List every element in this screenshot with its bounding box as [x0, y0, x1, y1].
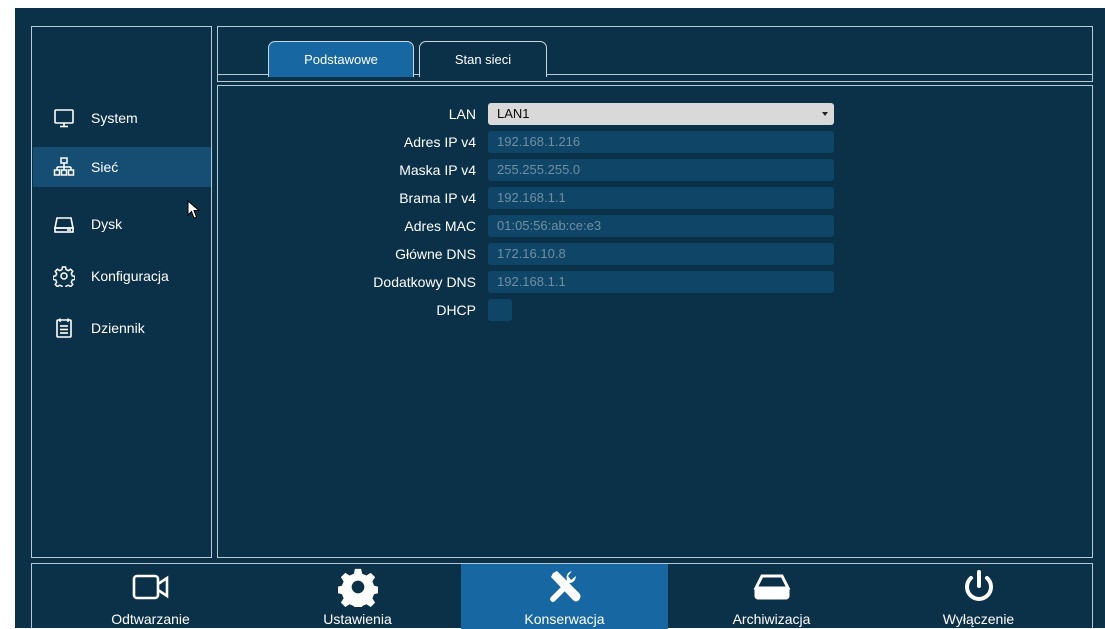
power-icon: [949, 567, 1009, 607]
bottom-item-archiwizacja[interactable]: Archiwizacja: [668, 564, 875, 629]
lan-select[interactable]: LAN1: [488, 103, 834, 125]
dns1-label: Główne DNS: [395, 246, 476, 262]
tab-stan-sieci[interactable]: Stan sieci: [419, 41, 547, 77]
sidebar-item-label: System: [91, 110, 138, 126]
sidebar-item-label: Dziennik: [91, 320, 145, 336]
dns2-field[interactable]: 192.168.1.1: [488, 271, 834, 293]
sidebar-item-label: Dysk: [91, 216, 123, 232]
archive-tray-icon: [742, 567, 802, 607]
chevron-down-icon: [822, 112, 828, 116]
bottom-item-label: Archiwizacja: [732, 611, 811, 627]
sidebar-item-dziennik[interactable]: Dziennik: [33, 308, 211, 348]
dns2-label: Dodatkowy DNS: [373, 274, 476, 290]
form-row-lan: LAN LAN1: [218, 103, 1094, 125]
bottom-item-konserwacja[interactable]: Konserwacja: [461, 564, 668, 629]
sidebar: System Sieć Dysk Konfiguracja Dziennik: [31, 26, 212, 558]
network-icon: [53, 156, 75, 178]
form-row-gateway: Brama IP v4 192.168.1.1: [218, 187, 1094, 209]
bottom-item-odtwarzanie[interactable]: Odtwarzanie: [47, 564, 254, 629]
monitor-icon: [53, 107, 75, 129]
mask-label: Maska IP v4: [399, 162, 476, 178]
form-row-ipv4: Adres IP v4 192.168.1.216: [218, 131, 1094, 153]
sidebar-item-dysk[interactable]: Dysk: [33, 204, 211, 244]
bottom-item-label: Odtwarzanie: [111, 611, 190, 627]
dns1-field[interactable]: 172.16.10.8: [488, 243, 834, 265]
form-row-dhcp: DHCP: [218, 299, 1094, 321]
sidebar-item-label: Konfiguracja: [91, 268, 169, 284]
tab-label: Stan sieci: [454, 52, 512, 67]
disk-icon: [53, 213, 75, 235]
form-row-mask: Maska IP v4 255.255.255.0: [218, 159, 1094, 181]
tools-icon: [535, 567, 595, 607]
ipv4-field[interactable]: 192.168.1.216: [488, 131, 834, 153]
gear-icon: [53, 265, 75, 287]
gateway-label: Brama IP v4: [399, 190, 476, 206]
sidebar-item-label: Sieć: [91, 159, 119, 175]
form-row-dns1: Główne DNS 172.16.10.8: [218, 243, 1094, 265]
sidebar-item-system[interactable]: System: [33, 98, 211, 138]
dhcp-checkbox[interactable]: [488, 299, 512, 321]
video-camera-icon: [121, 567, 181, 607]
bottom-item-label: Konserwacja: [524, 611, 605, 627]
log-icon: [53, 317, 75, 339]
network-settings-panel: LAN LAN1 Adres IP v4 192.168.1.216 Maska…: [217, 85, 1093, 558]
bottom-item-wylaczenie[interactable]: Wyłączenie: [875, 564, 1082, 629]
bottom-menu: Odtwarzanie Ustawienia Konserwacja Archi…: [31, 563, 1093, 629]
lan-label: LAN: [448, 106, 476, 122]
bottom-item-label: Wyłączenie: [942, 611, 1015, 627]
tab-podstawowe[interactable]: Podstawowe: [268, 41, 414, 77]
tab-label: Podstawowe: [304, 52, 378, 67]
form-row-dns2: Dodatkowy DNS 192.168.1.1: [218, 271, 1094, 293]
tab-bar: Podstawowe Stan sieci: [217, 26, 1093, 82]
gear-icon: [328, 567, 388, 607]
mask-field[interactable]: 255.255.255.0: [488, 159, 834, 181]
gateway-field[interactable]: 192.168.1.1: [488, 187, 834, 209]
sidebar-item-siec[interactable]: Sieć: [33, 147, 211, 187]
mac-label: Adres MAC: [404, 218, 476, 234]
lan-select-value: LAN1: [497, 106, 530, 121]
mac-field[interactable]: 01:05:56:ab:ce:e3: [488, 215, 834, 237]
dhcp-label: DHCP: [436, 302, 476, 318]
form-row-mac: Adres MAC 01:05:56:ab:ce:e3: [218, 215, 1094, 237]
bottom-item-label: Ustawienia: [323, 611, 392, 627]
app-window: System Sieć Dysk Konfiguracja Dziennik P…: [15, 8, 1105, 629]
bottom-item-ustawienia[interactable]: Ustawienia: [254, 564, 461, 629]
ipv4-label: Adres IP v4: [403, 134, 476, 150]
mouse-cursor-icon: [187, 200, 201, 219]
sidebar-item-konfiguracja[interactable]: Konfiguracja: [33, 256, 211, 296]
